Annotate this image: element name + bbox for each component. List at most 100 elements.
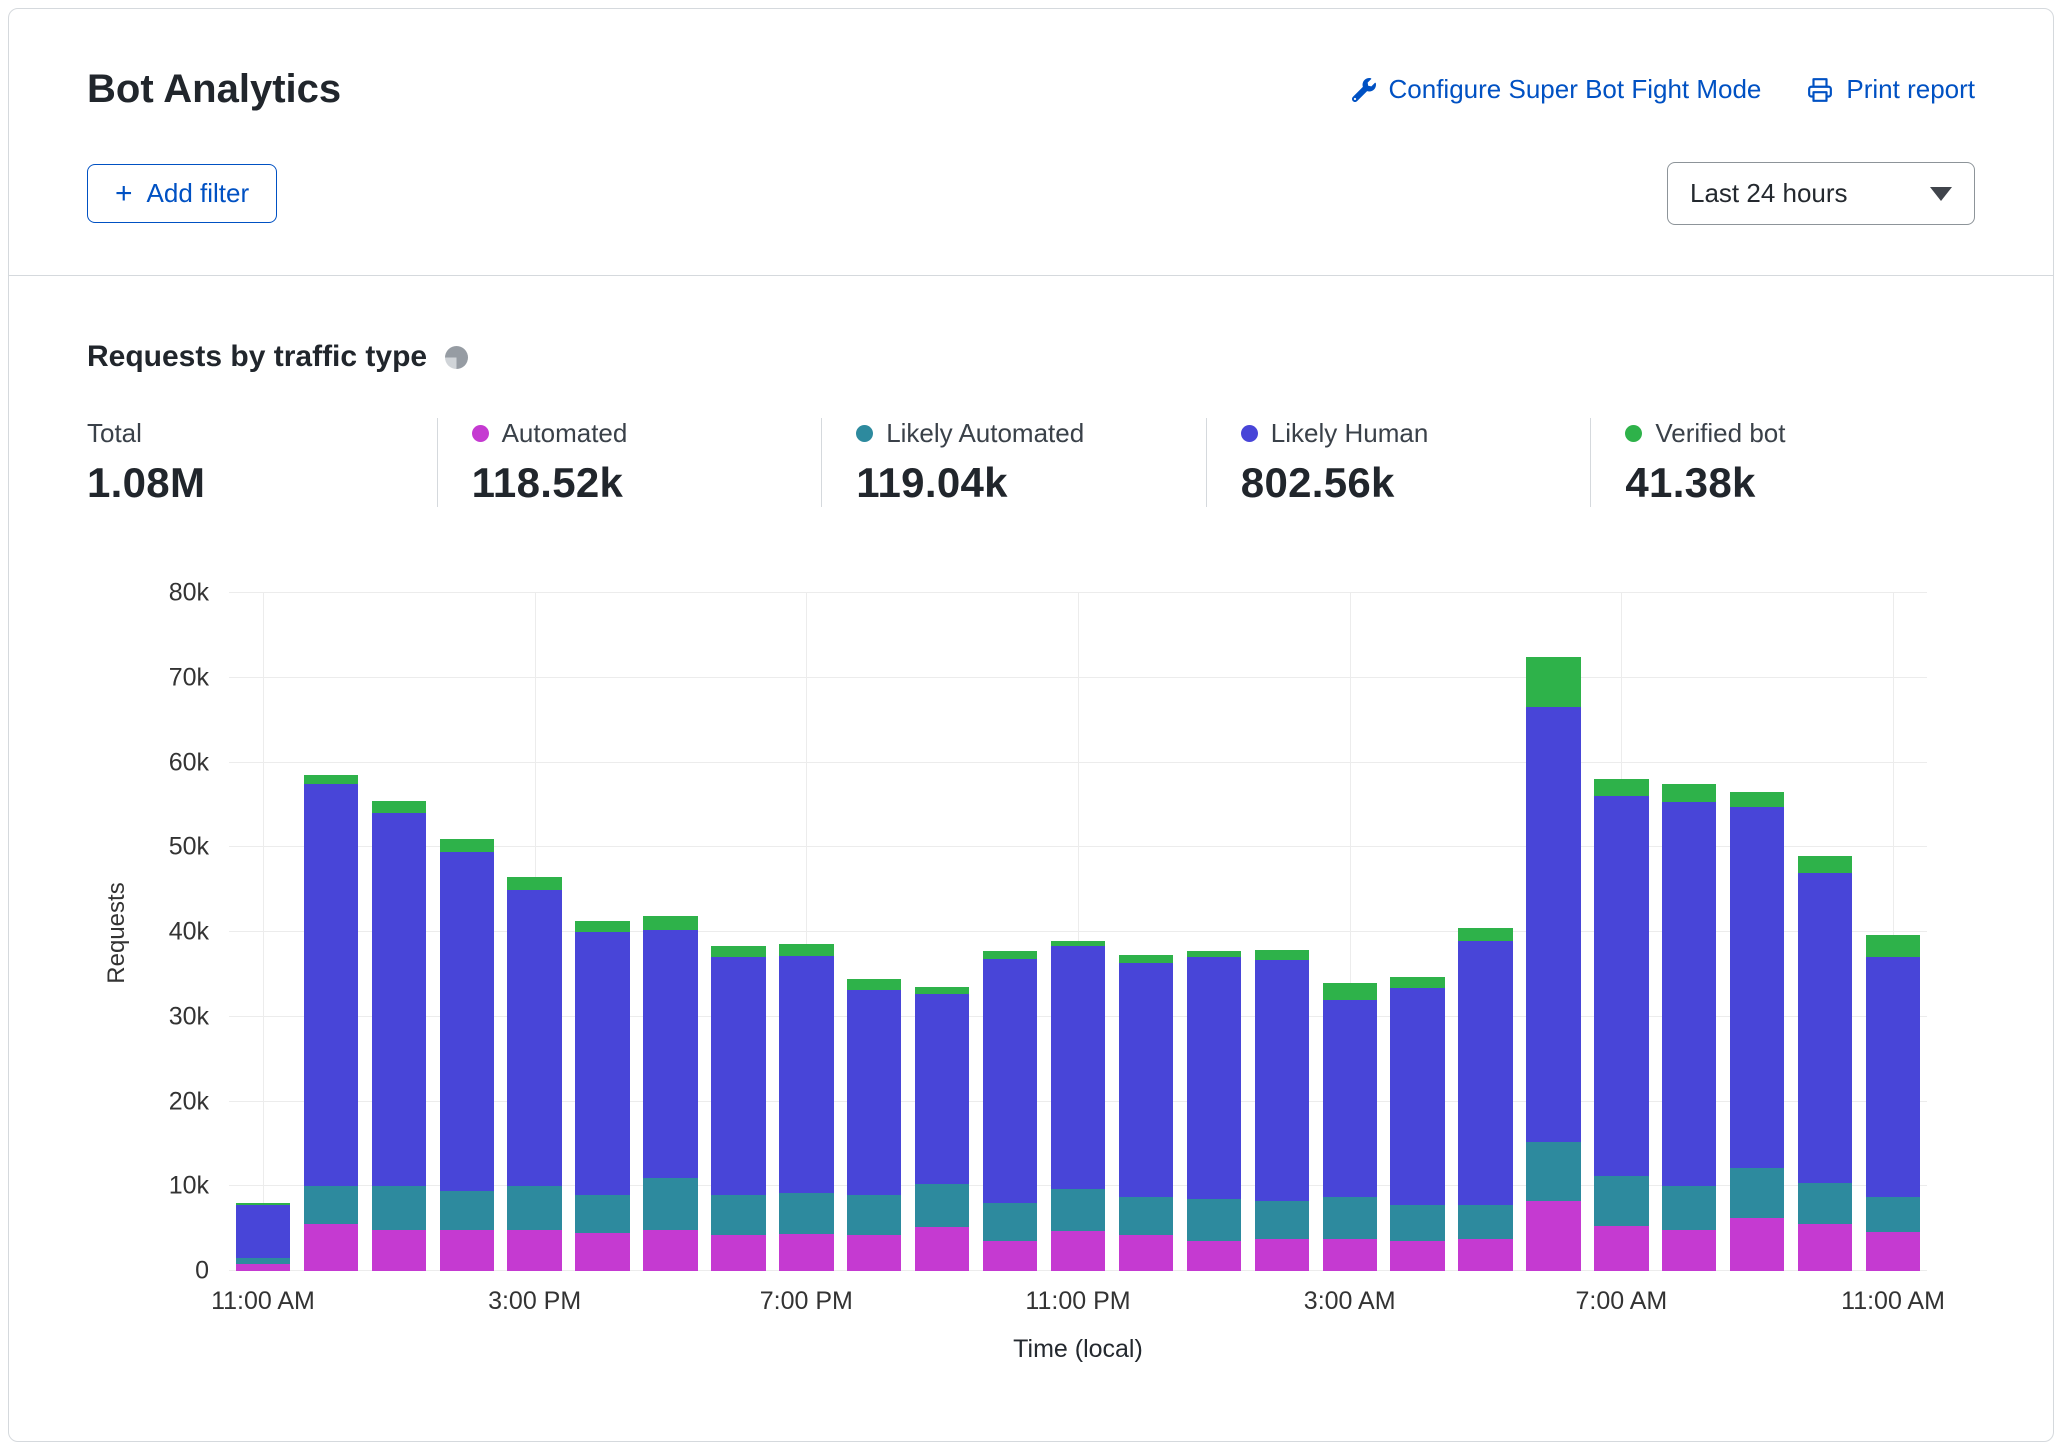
chart-plot: 010k20k30k40k50k60k70k80k11:00 AM3:00 PM… bbox=[229, 593, 1927, 1271]
bar-segment-verified-bot bbox=[643, 916, 697, 930]
stacked-bar[interactable] bbox=[983, 593, 1037, 1271]
bar-segment-likely-automated bbox=[1051, 1189, 1105, 1231]
bar-segment-likely-human bbox=[440, 852, 494, 1191]
bar-segment-likely-automated bbox=[1187, 1199, 1241, 1241]
bar-segment-likely-automated bbox=[372, 1186, 426, 1230]
bar-segment-verified-bot bbox=[915, 987, 969, 994]
stacked-bar[interactable] bbox=[1255, 593, 1309, 1271]
bar-segment-likely-human bbox=[575, 932, 629, 1195]
bar-segment-verified-bot bbox=[1390, 977, 1444, 988]
x-axis-title: Time (local) bbox=[229, 1335, 1927, 1404]
bar-segment-automated bbox=[1526, 1201, 1580, 1271]
stacked-bar[interactable] bbox=[575, 593, 629, 1271]
stacked-bar[interactable] bbox=[915, 593, 969, 1271]
stacked-bar[interactable] bbox=[1119, 593, 1173, 1271]
stacked-bar[interactable] bbox=[1662, 593, 1716, 1271]
stacked-bar[interactable] bbox=[440, 593, 494, 1271]
bar-segment-verified-bot bbox=[1662, 784, 1716, 803]
stat-verified-bot: Verified bot 41.38k bbox=[1590, 418, 1975, 507]
bar-segment-automated bbox=[575, 1233, 629, 1271]
stacked-bar[interactable] bbox=[236, 593, 290, 1271]
bar-segment-verified-bot bbox=[847, 979, 901, 989]
y-axis-tick-label: 50k bbox=[169, 833, 209, 862]
stacked-bar[interactable] bbox=[847, 593, 901, 1271]
bar-segment-automated bbox=[507, 1230, 561, 1271]
stacked-bar[interactable] bbox=[1866, 593, 1920, 1271]
bar-segment-likely-automated bbox=[983, 1203, 1037, 1241]
bar-column bbox=[1248, 593, 1316, 1271]
bar-column bbox=[704, 593, 772, 1271]
bar-column bbox=[1655, 593, 1723, 1271]
add-filter-button[interactable]: + Add filter bbox=[87, 164, 277, 223]
bar-segment-likely-automated bbox=[1662, 1186, 1716, 1230]
y-axis-tick-label: 10k bbox=[169, 1172, 209, 1201]
bar-segment-verified-bot bbox=[1323, 983, 1377, 1000]
stacked-bar[interactable] bbox=[1051, 593, 1105, 1271]
bar-segment-likely-automated bbox=[779, 1193, 833, 1234]
bar-segment-likely-human bbox=[1526, 707, 1580, 1142]
bar-column bbox=[297, 593, 365, 1271]
stacked-bar[interactable] bbox=[643, 593, 697, 1271]
bar-column bbox=[569, 593, 637, 1271]
bar-segment-automated bbox=[1730, 1218, 1784, 1271]
page-title: Bot Analytics bbox=[87, 67, 341, 112]
likely-automated-legend-dot bbox=[856, 425, 873, 442]
bar-segment-verified-bot bbox=[1594, 779, 1648, 796]
stat-likely-automated-value: 119.04k bbox=[856, 459, 1188, 507]
bar-column bbox=[501, 593, 569, 1271]
bar-segment-automated bbox=[1390, 1241, 1444, 1272]
bar-column bbox=[433, 593, 501, 1271]
stacked-bar[interactable] bbox=[1798, 593, 1852, 1271]
bar-segment-likely-human bbox=[1255, 960, 1309, 1201]
bar-segment-verified-bot bbox=[1187, 951, 1241, 958]
stacked-bar[interactable] bbox=[304, 593, 358, 1271]
bar-segment-verified-bot bbox=[1255, 950, 1309, 960]
bot-analytics-panel: Bot Analytics Configure Super Bot Fight … bbox=[8, 8, 2054, 1442]
bar-column bbox=[1316, 593, 1384, 1271]
stacked-bar[interactable] bbox=[1730, 593, 1784, 1271]
stacked-bar[interactable] bbox=[1526, 593, 1580, 1271]
print-report-link[interactable]: Print report bbox=[1807, 74, 1975, 105]
bar-segment-verified-bot bbox=[983, 951, 1037, 959]
bar-segment-likely-automated bbox=[440, 1191, 494, 1231]
y-axis-tick-label: 20k bbox=[169, 1087, 209, 1116]
stat-verified-bot-label: Verified bot bbox=[1655, 418, 1785, 449]
bar-segment-verified-bot bbox=[779, 944, 833, 956]
bar-segment-likely-human bbox=[1187, 957, 1241, 1199]
bar-segment-verified-bot bbox=[1866, 935, 1920, 957]
bar-column bbox=[365, 593, 433, 1271]
stacked-bar[interactable] bbox=[1323, 593, 1377, 1271]
automated-legend-dot bbox=[472, 425, 489, 442]
bar-segment-likely-automated bbox=[643, 1178, 697, 1231]
configure-super-bot-fight-mode-link[interactable]: Configure Super Bot Fight Mode bbox=[1352, 74, 1762, 105]
bar-segment-likely-human bbox=[1798, 873, 1852, 1183]
x-axis-tick-label: 11:00 AM bbox=[1841, 1287, 1945, 1316]
bar-segment-likely-human bbox=[507, 890, 561, 1187]
stacked-bar[interactable] bbox=[507, 593, 561, 1271]
stacked-bar[interactable] bbox=[1458, 593, 1512, 1271]
bar-column bbox=[772, 593, 840, 1271]
stacked-bar[interactable] bbox=[1594, 593, 1648, 1271]
time-range-select[interactable]: Last 24 hours bbox=[1667, 162, 1975, 225]
configure-link-label: Configure Super Bot Fight Mode bbox=[1389, 74, 1762, 105]
stacked-bar[interactable] bbox=[372, 593, 426, 1271]
bar-segment-likely-human bbox=[1390, 988, 1444, 1205]
bar-segment-likely-human bbox=[847, 990, 901, 1195]
pie-chart-icon bbox=[445, 346, 468, 369]
x-axis-tick-label: 11:00 PM bbox=[1025, 1287, 1130, 1316]
plus-icon: + bbox=[115, 179, 133, 209]
bar-segment-likely-automated bbox=[1866, 1197, 1920, 1232]
bar-segment-likely-human bbox=[1866, 957, 1920, 1197]
bar-segment-likely-human bbox=[643, 930, 697, 1177]
bar-segment-likely-human bbox=[983, 959, 1037, 1203]
bar-segment-likely-automated bbox=[1255, 1201, 1309, 1239]
bar-segment-likely-automated bbox=[1730, 1168, 1784, 1218]
stacked-bar[interactable] bbox=[711, 593, 765, 1271]
stacked-bar[interactable] bbox=[779, 593, 833, 1271]
bar-column bbox=[1044, 593, 1112, 1271]
stacked-bar[interactable] bbox=[1390, 593, 1444, 1271]
bar-segment-likely-human bbox=[236, 1205, 290, 1258]
bar-segment-likely-human bbox=[1323, 1000, 1377, 1197]
bar-segment-automated bbox=[236, 1264, 290, 1271]
stacked-bar[interactable] bbox=[1187, 593, 1241, 1271]
